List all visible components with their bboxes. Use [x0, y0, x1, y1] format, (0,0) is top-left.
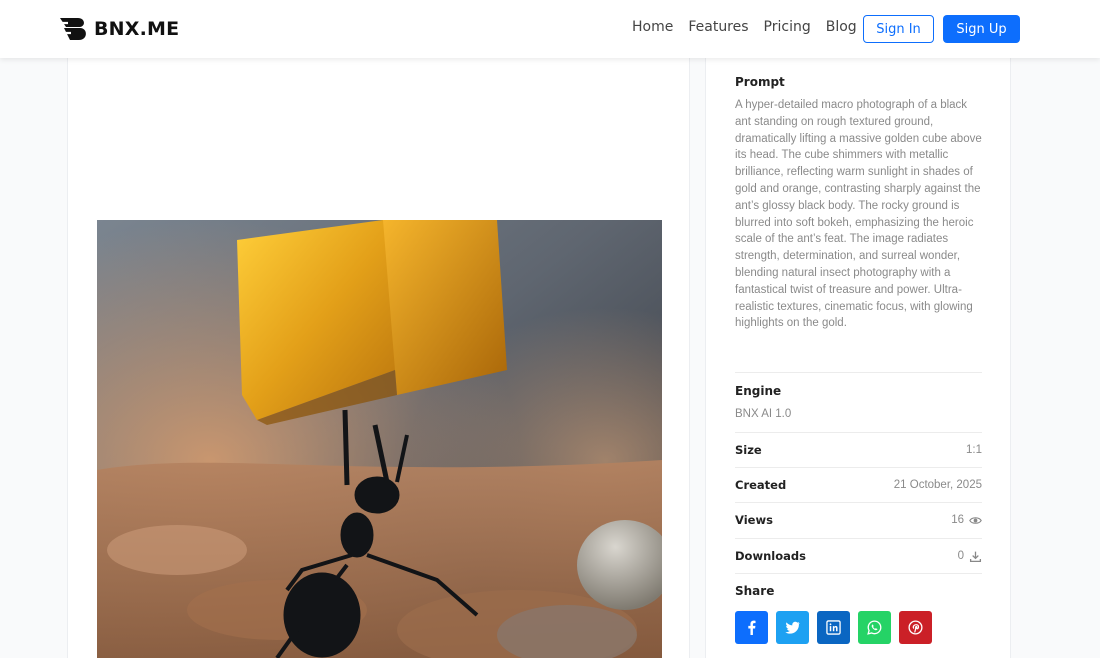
prompt-text: A hyper-detailed macro photograph of a b… [735, 99, 982, 330]
download-icon [969, 551, 982, 562]
views-label: Views [735, 513, 773, 527]
divider [735, 372, 982, 373]
whatsapp-share-button[interactable] [858, 611, 891, 644]
ant-lifting-gold-cube-image [97, 220, 662, 658]
divider [735, 573, 982, 574]
divider [735, 432, 982, 433]
created-label: Created [735, 478, 787, 492]
site-header: BNX.ME Home Features Pricing Blog Sign I… [0, 0, 1100, 58]
pinterest-share-button[interactable] [899, 611, 932, 644]
downloads-label: Downloads [735, 549, 806, 563]
logo[interactable]: BNX.ME [58, 14, 179, 44]
downloads-row: Downloads 0 [735, 546, 982, 566]
nav-home[interactable]: Home [632, 19, 673, 35]
sign-up-button[interactable]: Sign Up [943, 15, 1020, 43]
divider [735, 467, 982, 468]
size-row: Size 1:1 [735, 440, 982, 460]
facebook-share-button[interactable] [735, 611, 768, 644]
generated-image[interactable] [97, 220, 662, 658]
downloads-value: 0 [957, 550, 964, 562]
sign-in-button[interactable]: Sign In [863, 15, 934, 43]
size-label: Size [735, 443, 762, 457]
views-row: Views 16 [735, 510, 982, 530]
pinterest-icon [908, 620, 923, 635]
engine-label: Engine [735, 384, 782, 398]
divider [735, 502, 982, 503]
logo-text: BNX.ME [94, 18, 180, 40]
engine-value: BNX AI 1.0 [735, 408, 792, 420]
logo-icon [58, 18, 86, 40]
facebook-icon [748, 620, 756, 635]
size-value: 1:1 [966, 444, 982, 456]
share-buttons [735, 611, 932, 644]
nav-pricing[interactable]: Pricing [764, 19, 811, 35]
whatsapp-icon [867, 620, 882, 635]
eye-icon [969, 516, 982, 524]
downloads-value-group: 0 [958, 550, 982, 563]
linkedin-icon [826, 620, 841, 635]
nav-blog[interactable]: Blog [826, 19, 857, 35]
share-label: Share [735, 584, 775, 598]
main-nav: Home Features Pricing Blog [632, 19, 857, 35]
created-row: Created 21 October, 2025 [735, 475, 982, 495]
linkedin-share-button[interactable] [817, 611, 850, 644]
views-value-group: 16 [951, 514, 982, 527]
twitter-icon [785, 621, 800, 634]
divider [735, 538, 982, 539]
views-value: 16 [951, 514, 964, 526]
details-panel: Prompt A hyper-detailed macro photograph… [705, 58, 1011, 658]
nav-features[interactable]: Features [688, 19, 748, 35]
created-value: 21 October, 2025 [893, 479, 982, 491]
twitter-share-button[interactable] [776, 611, 809, 644]
prompt-label: Prompt [735, 75, 785, 89]
